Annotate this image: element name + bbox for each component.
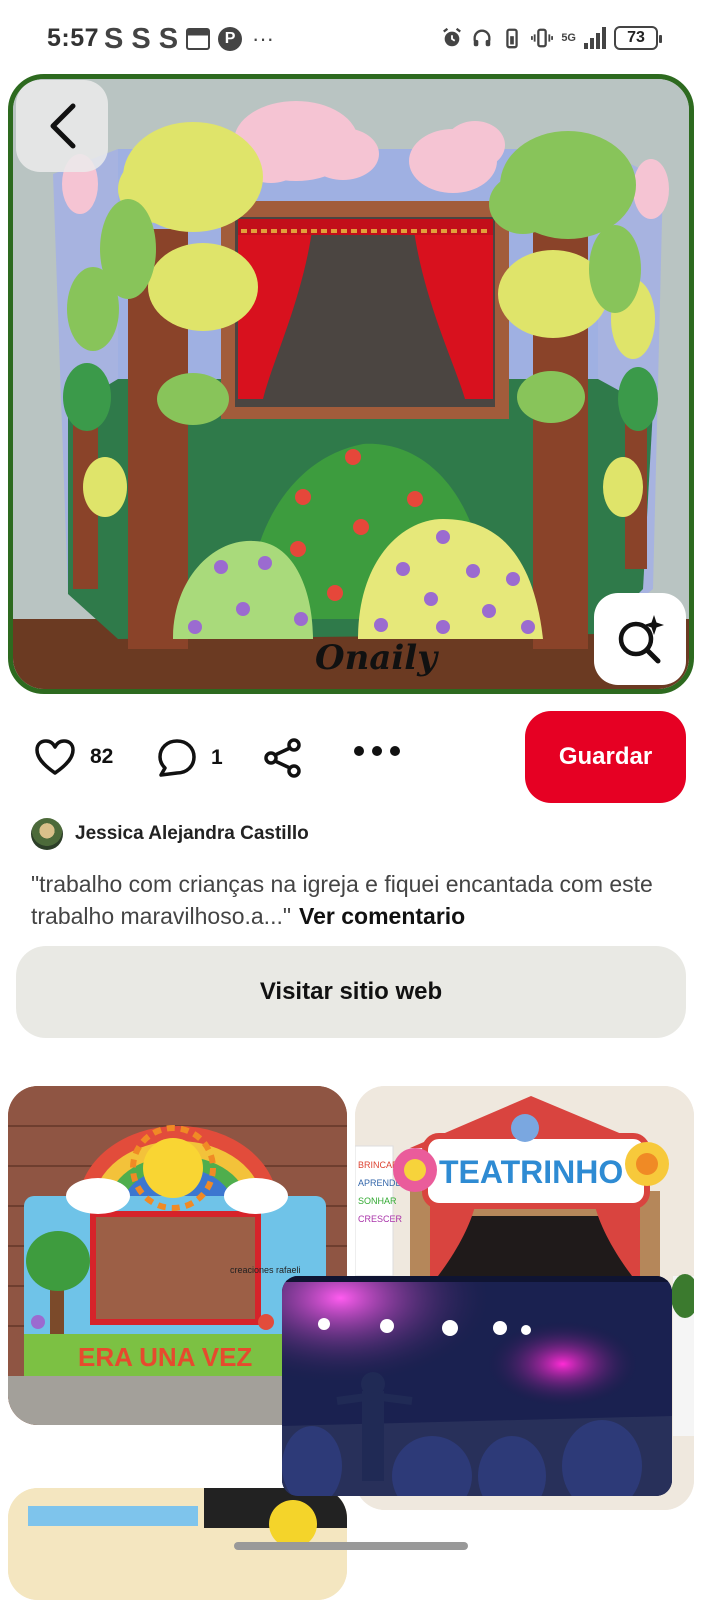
network-5g-label: 5G — [561, 31, 576, 44]
news-app-icon — [186, 28, 211, 50]
s-app-icon: S — [104, 23, 124, 55]
floating-video-player[interactable] — [282, 1276, 672, 1496]
see-comment-link[interactable]: Ver comentario — [299, 903, 465, 929]
battery-icon: 73 — [614, 26, 662, 50]
pinterest-icon: P — [218, 27, 243, 51]
pin-image[interactable]: Onaily — [8, 74, 694, 694]
home-indicator[interactable] — [234, 1542, 468, 1550]
concert-video — [282, 1276, 672, 1496]
vibrate-icon — [531, 28, 554, 48]
sign-word: SONHAR — [358, 1196, 397, 1206]
comment-count: 1 — [211, 746, 223, 769]
visit-website-button[interactable]: Visitar sitio web — [16, 946, 686, 1038]
signal-icon — [584, 27, 606, 49]
chevron-left-icon — [50, 103, 76, 149]
share-icon[interactable] — [263, 738, 303, 778]
avatar[interactable] — [31, 818, 63, 850]
puppet-theater-illustration: Onaily — [13, 79, 689, 689]
comment-icon[interactable] — [157, 738, 197, 778]
more-options-button[interactable] — [352, 744, 402, 758]
share-action[interactable] — [263, 738, 303, 778]
comment-text-block: "trabalho com crianças na igreja e fique… — [31, 868, 691, 932]
pin-actions: 82 1 Guardar — [0, 706, 716, 806]
battery-saver-icon — [506, 28, 519, 49]
sign-word: CRESCER — [358, 1214, 403, 1224]
notification-icons: S S S P ··· — [104, 24, 274, 54]
visual-search-button[interactable] — [594, 593, 686, 685]
headphones-icon — [473, 29, 491, 47]
status-time: 5:57 — [47, 24, 100, 52]
comment-author[interactable]: Jessica Alejandra Castillo — [31, 818, 309, 850]
teatrinho-text: TEATRINHO — [439, 1154, 623, 1190]
s-app-icon: S — [131, 23, 151, 55]
status-bar: 5:57 S S S P ··· 5G 73 — [0, 0, 716, 76]
save-button[interactable]: Guardar — [525, 711, 686, 803]
system-icons: 5G 73 — [441, 26, 662, 50]
author-name[interactable]: Jessica Alejandra Castillo — [75, 823, 309, 845]
visual-search-icon — [618, 615, 664, 664]
sign-word: BRINCAR — [358, 1160, 399, 1170]
comment-action[interactable]: 1 — [157, 738, 223, 778]
more-notifications-icon: ··· — [252, 26, 275, 51]
like-count: 82 — [90, 745, 114, 768]
like-action[interactable]: 82 — [34, 738, 113, 776]
heart-icon[interactable] — [34, 738, 76, 776]
card1-credit: creaciones rafaeli — [230, 1265, 301, 1275]
more-dots-icon[interactable] — [352, 744, 402, 758]
hero-watermark: Onaily — [315, 638, 439, 678]
era-una-vez-text: ERA UNA VEZ — [78, 1342, 252, 1372]
alarm-icon — [443, 27, 462, 47]
back-button[interactable] — [16, 80, 108, 172]
s-app-icon: S — [158, 23, 179, 55]
